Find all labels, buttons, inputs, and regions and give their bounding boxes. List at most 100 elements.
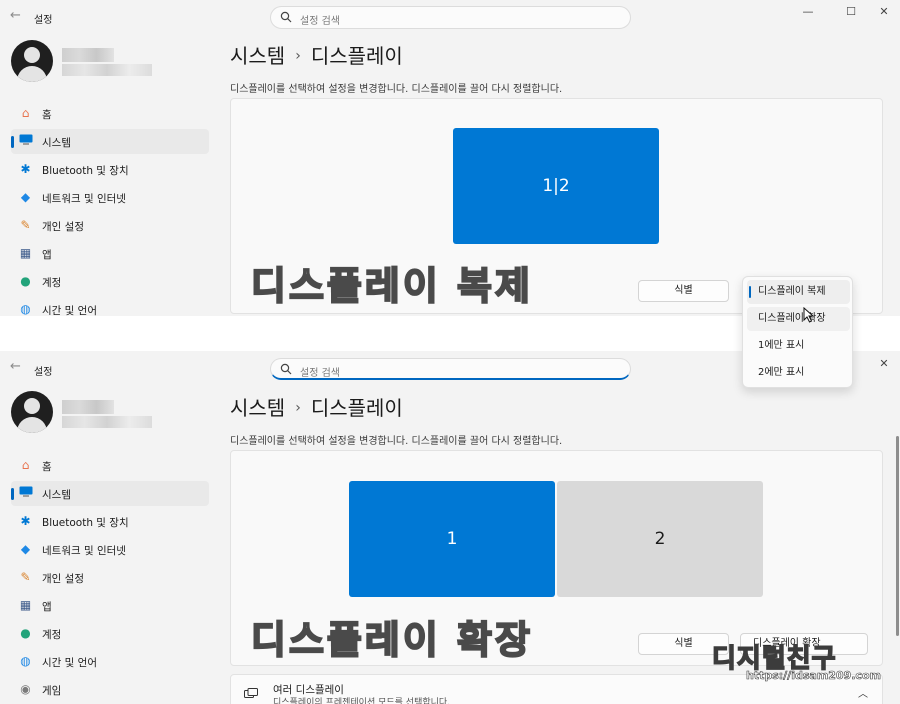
apps-icon: ▦ bbox=[19, 246, 32, 260]
sidebar-item-label: 개인 설정 bbox=[42, 221, 84, 233]
avatar[interactable] bbox=[11, 391, 53, 433]
sidebar-item-system[interactable]: 시스템 bbox=[11, 129, 209, 154]
bluetooth-icon: ✱ bbox=[20, 162, 31, 176]
back-arrow-icon[interactable]: ← bbox=[10, 359, 26, 375]
user-name-blurred bbox=[62, 48, 114, 62]
account-icon: ● bbox=[20, 626, 31, 640]
sidebar-item-label: 네트워크 및 인터넷 bbox=[42, 193, 126, 205]
sidebar-item-label: 홈 bbox=[42, 109, 52, 121]
sidebar-item-accounts[interactable]: ● 계정 bbox=[11, 269, 209, 294]
breadcrumb-current: 디스플레이 bbox=[310, 396, 403, 420]
page-title: 시스템 › 디스플레이 bbox=[230, 40, 403, 69]
maximize-icon[interactable]: ☐ bbox=[843, 4, 859, 20]
globe-clock-icon: ◍ bbox=[20, 302, 31, 316]
wifi-icon: ◆ bbox=[20, 190, 31, 204]
sidebar-item-label: 계정 bbox=[42, 629, 62, 641]
menu-item-duplicate[interactable]: 디스플레이 복제 bbox=[747, 280, 850, 304]
wifi-icon: ◆ bbox=[20, 542, 31, 556]
sidebar-item-label: 게임 bbox=[42, 685, 62, 697]
breadcrumb-parent[interactable]: 시스템 bbox=[230, 44, 285, 68]
sidebar-item-time-language[interactable]: ◍ 시간 및 언어 bbox=[11, 297, 209, 316]
page-description: 디스플레이를 선택하여 설정을 변경합니다. 디스플레이를 끌어 다시 정렬합니… bbox=[230, 436, 563, 447]
search-icon bbox=[280, 363, 292, 375]
sidebar-item-label: 시스템 bbox=[42, 489, 71, 501]
brush-icon: ✎ bbox=[20, 570, 31, 584]
menu-item-only-2[interactable]: 2에만 표시 bbox=[747, 361, 850, 385]
sidebar-item-label: 시간 및 언어 bbox=[42, 657, 97, 669]
globe-clock-icon: ◍ bbox=[20, 654, 31, 668]
monitor-1-2-duplicate[interactable]: 1|2 bbox=[453, 128, 659, 244]
sidebar-item-label: 개인 설정 bbox=[42, 573, 84, 585]
account-icon: ● bbox=[20, 274, 31, 288]
breadcrumb-current: 디스플레이 bbox=[310, 44, 403, 68]
app-title: 설정 bbox=[34, 367, 53, 378]
gamepad-icon: ◉ bbox=[20, 682, 31, 696]
sidebar-item-home[interactable]: ⌂ 홈 bbox=[11, 453, 209, 478]
monitor-1[interactable]: 1 bbox=[349, 481, 555, 597]
display-mode-dropdown-menu[interactable]: 디스플레이 복제 디스플레이 확장 1에만 표시 2에만 표시 bbox=[742, 276, 853, 388]
card-subtitle: 디스플레이의 프레젠테이션 모드를 선택합니다. bbox=[273, 698, 451, 704]
breadcrumb-separator: › bbox=[295, 400, 301, 416]
sidebar-item-label: 계정 bbox=[42, 277, 62, 289]
sidebar-item-label: 시간 및 언어 bbox=[42, 305, 97, 316]
search-box[interactable]: 설정 검색 bbox=[270, 358, 631, 380]
sidebar-item-personalization[interactable]: ✎ 개인 설정 bbox=[11, 213, 209, 238]
search-placeholder: 설정 검색 bbox=[300, 368, 340, 379]
user-name-blurred bbox=[62, 400, 114, 414]
sidebar-item-home[interactable]: ⌂ 홈 bbox=[11, 101, 209, 126]
menu-item-only-1[interactable]: 1에만 표시 bbox=[747, 334, 850, 358]
user-email-blurred bbox=[62, 64, 152, 76]
user-email-blurred bbox=[62, 416, 152, 428]
search-icon bbox=[280, 11, 292, 23]
monitor-2[interactable]: 2 bbox=[557, 481, 763, 597]
back-arrow-icon[interactable]: ← bbox=[10, 8, 26, 24]
page-description: 디스플레이를 선택하여 설정을 변경합니다. 디스플레이를 끌어 다시 정렬합니… bbox=[230, 84, 563, 95]
sidebar-item-personalization[interactable]: ✎ 개인 설정 bbox=[11, 565, 209, 590]
page-title: 시스템 › 디스플레이 bbox=[230, 392, 403, 421]
selection-indicator bbox=[11, 488, 14, 500]
menu-item-extend[interactable]: 디스플레이 확장 bbox=[747, 307, 850, 331]
sidebar-item-system[interactable]: 시스템 bbox=[11, 481, 209, 506]
chevron-up-icon[interactable]: ︿ bbox=[858, 685, 868, 700]
logo-url: https://idsam209.com bbox=[746, 669, 882, 683]
sidebar-item-label: Bluetooth 및 장치 bbox=[42, 517, 129, 529]
multiple-displays-icon bbox=[244, 688, 258, 698]
app-title: 설정 bbox=[34, 15, 53, 26]
selection-indicator bbox=[11, 136, 14, 148]
system-icon bbox=[18, 486, 33, 501]
sidebar-item-label: 앱 bbox=[42, 601, 52, 613]
watermark-logo: 디지털친구 https://idsam209.com bbox=[706, 636, 890, 684]
mouse-cursor-icon bbox=[803, 307, 815, 323]
close-icon[interactable]: ✕ bbox=[876, 356, 892, 372]
sidebar-item-bluetooth[interactable]: ✱ Bluetooth 및 장치 bbox=[11, 157, 209, 182]
sidebar-item-apps[interactable]: ▦ 앱 bbox=[11, 241, 209, 266]
close-icon[interactable]: ✕ bbox=[876, 4, 892, 20]
sidebar-item-label: 홈 bbox=[42, 461, 52, 473]
sidebar-item-apps[interactable]: ▦ 앱 bbox=[11, 593, 209, 618]
sidebar-item-accounts[interactable]: ● 계정 bbox=[11, 621, 209, 646]
sidebar-item-network[interactable]: ◆ 네트워크 및 인터넷 bbox=[11, 185, 209, 210]
system-icon bbox=[18, 134, 33, 149]
sidebar-item-bluetooth[interactable]: ✱ Bluetooth 및 장치 bbox=[11, 509, 209, 534]
bluetooth-icon: ✱ bbox=[20, 514, 31, 528]
breadcrumb-separator: › bbox=[295, 48, 301, 64]
watermark-extend: 디스플레이 확장 bbox=[250, 617, 533, 663]
settings-window-duplicate: ← 설정 설정 검색 — ☐ ✕ ⌂ 홈 시스템 ✱ Bluetooth 및 장… bbox=[0, 0, 900, 316]
sidebar-item-network[interactable]: ◆ 네트워크 및 인터넷 bbox=[11, 537, 209, 562]
search-placeholder: 설정 검색 bbox=[300, 16, 340, 27]
sidebar-item-gaming[interactable]: ◉ 게임 bbox=[11, 677, 209, 702]
home-icon: ⌂ bbox=[21, 458, 30, 472]
sidebar-item-time-language[interactable]: ◍ 시간 및 언어 bbox=[11, 649, 209, 674]
search-box[interactable]: 설정 검색 bbox=[270, 6, 631, 29]
sidebar-item-label: 앱 bbox=[42, 249, 52, 261]
identify-button[interactable]: 식별 bbox=[638, 280, 729, 302]
avatar[interactable] bbox=[11, 40, 53, 82]
watermark-duplicate: 디스플레이 복제 bbox=[250, 263, 533, 309]
sidebar-item-label: Bluetooth 및 장치 bbox=[42, 165, 129, 177]
minimize-icon[interactable]: — bbox=[800, 4, 816, 20]
scrollbar[interactable] bbox=[896, 436, 899, 636]
breadcrumb-parent[interactable]: 시스템 bbox=[230, 396, 285, 420]
display-arrangement-panel: 1 2 디스플레이 확장 식별 디스플레이 확장 bbox=[230, 450, 883, 666]
sidebar-item-label: 네트워크 및 인터넷 bbox=[42, 545, 126, 557]
home-icon: ⌂ bbox=[21, 106, 30, 120]
